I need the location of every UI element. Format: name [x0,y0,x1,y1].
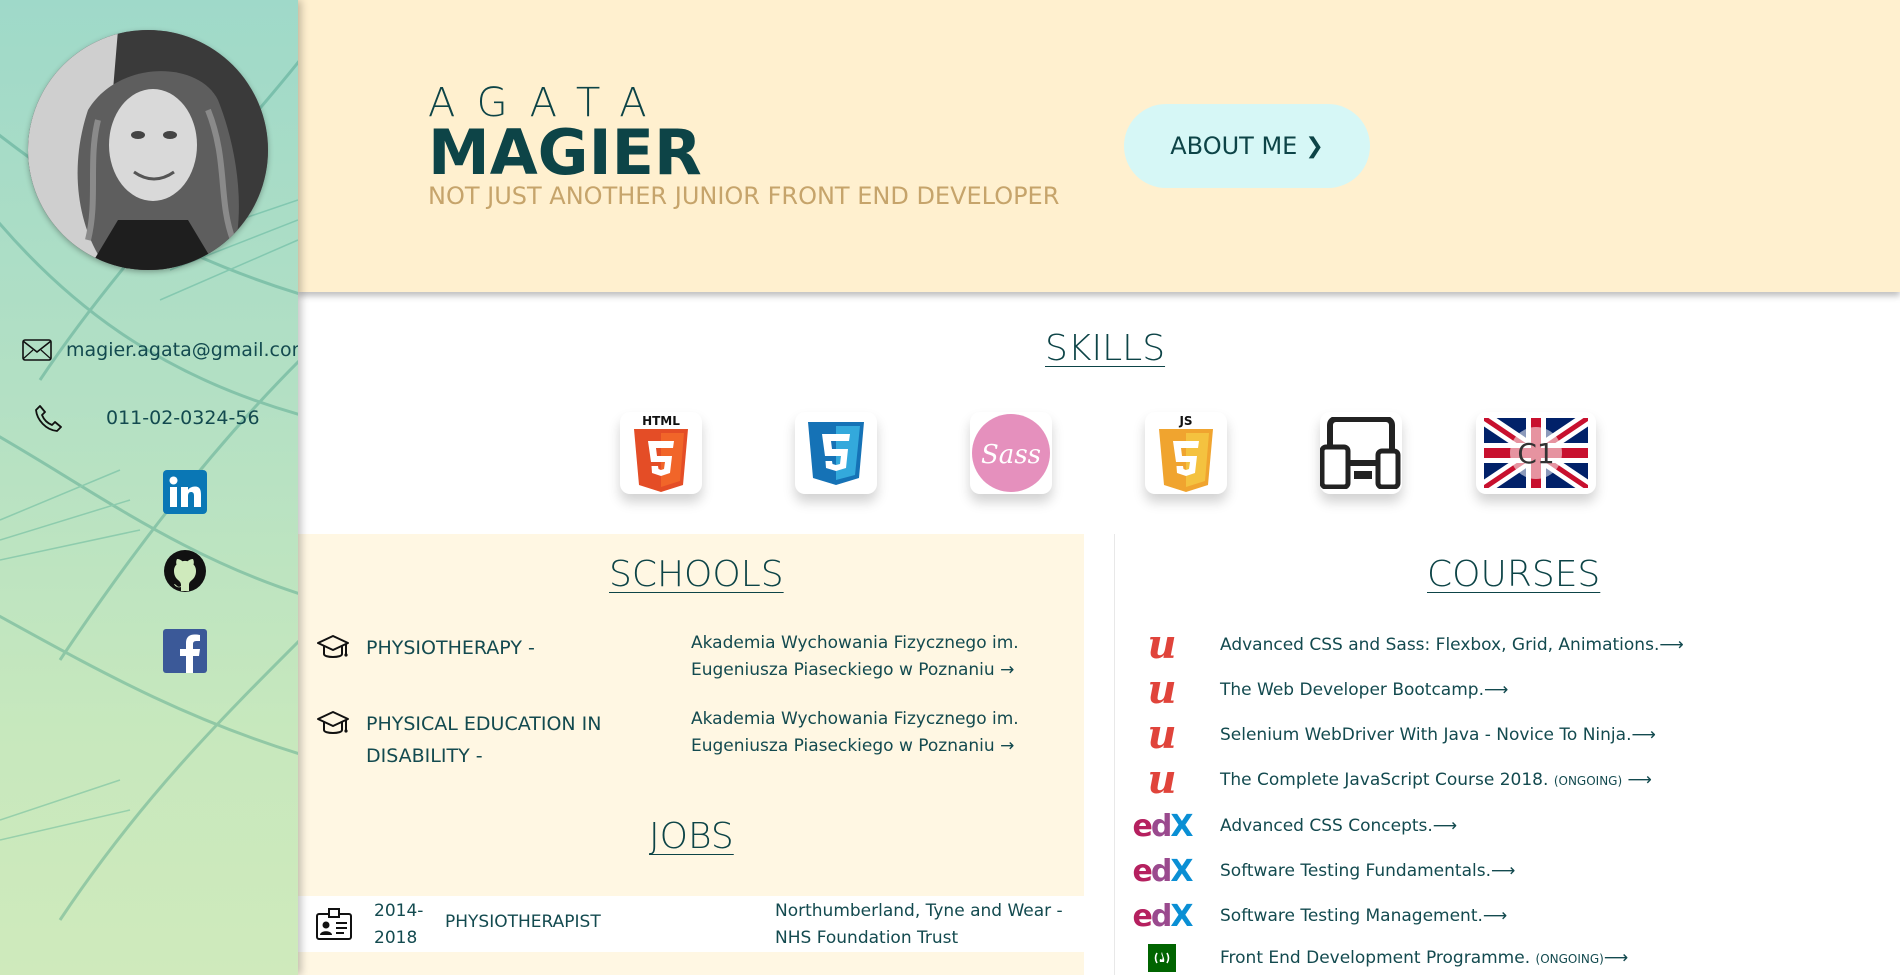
english-c1-icon: C1 [1476,412,1596,494]
javascript-icon: JS [1145,412,1227,494]
job-title: PHYSIOTHERAPIST [445,912,601,932]
responsive-devices-icon [1320,412,1402,494]
course-title: The Web Developer Bootcamp.⟶ [1220,680,1509,700]
course-arrow: ⟶ [1622,770,1652,790]
ongoing-badge: (ONGOING) [1535,952,1604,966]
css3-icon [795,412,877,494]
course-title: Software Testing Fundamentals.⟶ [1220,861,1516,881]
about-me-label: ABOUT ME [1170,132,1298,160]
school-place-line: Akademia Wychowania Fizycznego im. [691,709,1019,729]
job-year-end: 2018 [374,928,418,948]
header: AGATA MAGIER NOT JUST ANOTHER JUNIOR FRO… [298,0,1900,292]
html5-icon: HTML [620,412,702,494]
sass-skill-label: Sass [981,440,1041,470]
html-skill-label: HTML [642,414,680,428]
jobs-title: JOBS [649,816,734,857]
course-title: Advanced CSS Concepts.⟶ [1220,816,1458,836]
course-item[interactable]: edX Advanced CSS Concepts.⟶ [1130,806,1830,846]
course-item[interactable]: edX Software Testing Management.⟶ [1130,896,1830,936]
udemy-icon: u [1147,711,1177,758]
graduation-cap-icon [316,634,350,668]
linkedin-icon [163,470,207,514]
course-item[interactable]: u Selenium WebDriver With Java - Novice … [1130,715,1830,755]
udemy-icon: u [1147,666,1177,713]
github-link[interactable] [162,548,208,594]
course-title: The Complete JavaScript Course 2018. (ON… [1220,770,1652,790]
edx-icon: edX [1132,898,1194,934]
sidebar: magier.agata@gmail.com 011-02-0324-56 [0,0,298,975]
edx-icon: edX [1132,853,1194,889]
school-place-line: Akademia Wychowania Fizycznego im. [691,633,1019,653]
sass-icon: Sass [970,412,1052,494]
job-place-line: Northumberland, Tyne and Wear - [775,901,1063,921]
udemy-icon: u [1147,756,1177,803]
about-me-button[interactable]: ABOUT ME ❯ [1124,104,1370,188]
udemy-icon: u [1147,621,1177,668]
chevron-right-icon: ❯ [1305,133,1324,159]
course-arrow: ⟶ [1603,948,1629,968]
course-item[interactable]: u The Complete JavaScript Course 2018. (… [1130,760,1830,800]
schools-title: SCHOOLS [609,554,784,595]
phone-number: 011-02-0324-56 [106,407,260,429]
github-icon [164,550,206,592]
job-place: Northumberland, Tyne and Wear - NHS Foun… [775,898,1075,952]
linkedin-link[interactable] [162,469,208,515]
job-place-line: NHS Foundation Trust [775,928,959,948]
course-item[interactable]: Front End Development Programme. (ONGOIN… [1130,940,1830,975]
course-title-text: The Complete JavaScript Course 2018. [1220,770,1549,790]
courses-title: COURSES [1427,554,1601,595]
school-place-line: Eugeniusza Piaseckiego w Poznaniu → [691,660,1015,680]
school-place-line: Eugeniusza Piaseckiego w Poznaniu → [691,736,1015,756]
course-title: Software Testing Management.⟶ [1220,906,1508,926]
course-title-text: Front End Development Programme. [1220,948,1531,968]
school-title: PHYSICAL EDUCATION IN DISABILITY - [366,713,602,767]
course-item[interactable]: u Advanced CSS and Sass: Flexbox, Grid, … [1130,625,1830,665]
graduation-cap-icon [316,710,350,744]
school-title: PHYSIOTHERAPY - [366,637,535,659]
school-place-link[interactable]: Akademia Wychowania Fizycznego im. Eugen… [691,706,1051,760]
email-link[interactable]: magier.agata@gmail.com [66,339,298,361]
id-badge-icon [316,908,352,944]
course-title: Front End Development Programme. (ONGOIN… [1220,948,1628,968]
ongoing-badge: (ONGOING) [1553,774,1623,788]
course-item[interactable]: u The Web Developer Bootcamp.⟶ [1130,670,1830,710]
email-row: magier.agata@gmail.com [0,334,298,366]
job-year-start: 2014- [374,901,424,921]
job-item [298,952,1084,975]
course-title: Selenium WebDriver With Java - Novice To… [1220,725,1656,745]
course-title: Advanced CSS and Sass: Flexbox, Grid, An… [1220,635,1684,655]
skills-title: SKILLS [1045,328,1166,369]
envelope-icon [22,334,52,366]
column-divider [1114,534,1115,975]
avatar [28,30,268,270]
course-item[interactable]: edX Software Testing Fundamentals.⟶ [1130,851,1830,891]
tagline: NOT JUST ANOTHER JUNIOR FRONT END DEVELO… [428,182,1060,210]
facebook-icon [163,629,207,673]
edx-icon: edX [1132,808,1194,844]
school-place-link[interactable]: Akademia Wychowania Fizycznego im. Eugen… [691,630,1051,684]
freecodecamp-icon [1130,940,1194,975]
phone-icon [28,402,68,434]
job-item: 2014- 2018 PHYSIOTHERAPIST Northumberlan… [298,896,1084,952]
phone-row: 011-02-0324-56 [0,402,298,434]
facebook-link[interactable] [162,628,208,674]
c1-skill-label: C1 [1517,437,1554,470]
js-skill-label: JS [1178,414,1192,428]
last-name: MAGIER [428,116,702,189]
job-years: 2014- 2018 [374,898,434,952]
